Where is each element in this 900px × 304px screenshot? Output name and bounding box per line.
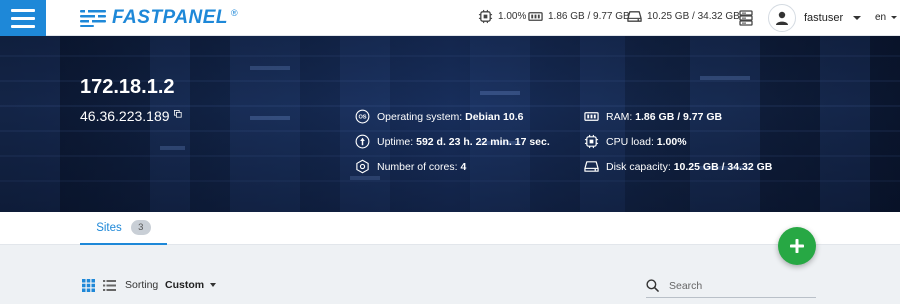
cpu-value: 1.00% (498, 11, 527, 22)
ram-stat: 1.86 GB / 9.77 GB (528, 9, 630, 24)
server-icon[interactable] (739, 10, 753, 26)
uptime-value: 592 d. 23 h. 22 min. 17 sec. (416, 135, 550, 148)
sorting-dropdown[interactable]: Custom (165, 279, 217, 291)
disk-info-value: 10.25 GB / 34.32 GB (673, 160, 773, 173)
search-icon (646, 279, 659, 292)
search-box (646, 274, 816, 298)
fastpanel-logo-icon (80, 9, 106, 27)
server-ip: 46.36.223.189 (80, 108, 182, 124)
ram-icon (528, 12, 543, 21)
uptime-icon (355, 134, 370, 149)
svg-text:OS: OS (358, 115, 366, 121)
ram-info-value: 1.86 GB / 9.77 GB (635, 110, 723, 123)
disk-icon (584, 161, 599, 172)
info-cpu: CPU load: 1.00% (584, 134, 687, 149)
chevron-down-icon (891, 16, 898, 19)
cores-icon (356, 159, 369, 174)
banner-overlay (0, 36, 900, 212)
list-view-icon[interactable] (103, 279, 116, 292)
plus-icon (790, 239, 804, 253)
disk-stat: 10.25 GB / 34.32 GB (627, 9, 740, 24)
username: fastuser (804, 12, 844, 24)
ram-value: 1.86 GB / 9.77 GB (548, 11, 630, 22)
search-input[interactable] (669, 279, 809, 292)
brand-logo[interactable]: FASTPANEL ® (80, 6, 238, 30)
disk-icon (627, 11, 642, 22)
brand-name: FASTPANEL (112, 7, 229, 28)
cpu-stat: 1.00% (478, 9, 526, 24)
ram-icon (584, 112, 599, 121)
cpu-label: CPU load: (606, 135, 654, 148)
disk-label: Disk capacity: (606, 160, 671, 173)
grid-view-icon[interactable] (82, 279, 95, 292)
tab-bar: Sites 3 (0, 212, 900, 245)
user-icon (776, 11, 788, 25)
user-menu[interactable]: fastuser (768, 4, 862, 32)
brand-registered: ® (231, 8, 238, 18)
sorting-value: Custom (165, 279, 205, 291)
cpu-icon (478, 9, 493, 24)
add-site-button[interactable] (778, 227, 816, 265)
tab-sites-label: Sites (96, 221, 122, 234)
info-disk: Disk capacity: 10.25 GB / 34.32 GB (584, 159, 772, 174)
uptime-label: Uptime: (377, 135, 414, 148)
menu-icon[interactable] (0, 0, 46, 36)
chevron-down-icon (853, 16, 862, 20)
tab-sites[interactable]: Sites 3 (80, 212, 167, 245)
info-ram: RAM: 1.86 GB / 9.77 GB (584, 109, 722, 124)
cpu-icon (584, 134, 599, 149)
cores-value: 4 (460, 160, 467, 173)
ram-label: RAM: (606, 110, 633, 123)
info-cores: Number of cores: 4 (355, 159, 466, 174)
top-bar: FASTPANEL ® 1.00% 1.86 GB / 9.77 GB 10.2… (0, 0, 900, 36)
server-hostname: 172.18.1.2 (80, 76, 175, 98)
server-info-banner: 172.18.1.2 46.36.223.189 OS Operating sy… (0, 36, 900, 212)
cpu-info-value: 1.00% (656, 135, 687, 148)
sites-count-badge: 3 (130, 220, 151, 235)
os-value: Debian 10.6 (465, 110, 524, 123)
os-icon: OS (355, 109, 370, 124)
cores-label: Number of cores: (377, 160, 458, 173)
info-os: OS Operating system: Debian 10.6 (355, 109, 524, 124)
info-uptime: Uptime: 592 d. 23 h. 22 min. 17 sec. (355, 134, 550, 149)
sorting-label: Sorting (125, 279, 159, 291)
os-label: Operating system: (377, 110, 463, 123)
server-ip-value: 46.36.223.189 (80, 108, 170, 124)
copy-icon[interactable] (173, 110, 182, 118)
language-selector[interactable]: en (875, 12, 898, 23)
chevron-down-icon (210, 283, 217, 287)
disk-value: 10.25 GB / 34.32 GB (647, 11, 740, 22)
language-value: en (875, 12, 887, 23)
avatar (768, 4, 796, 32)
